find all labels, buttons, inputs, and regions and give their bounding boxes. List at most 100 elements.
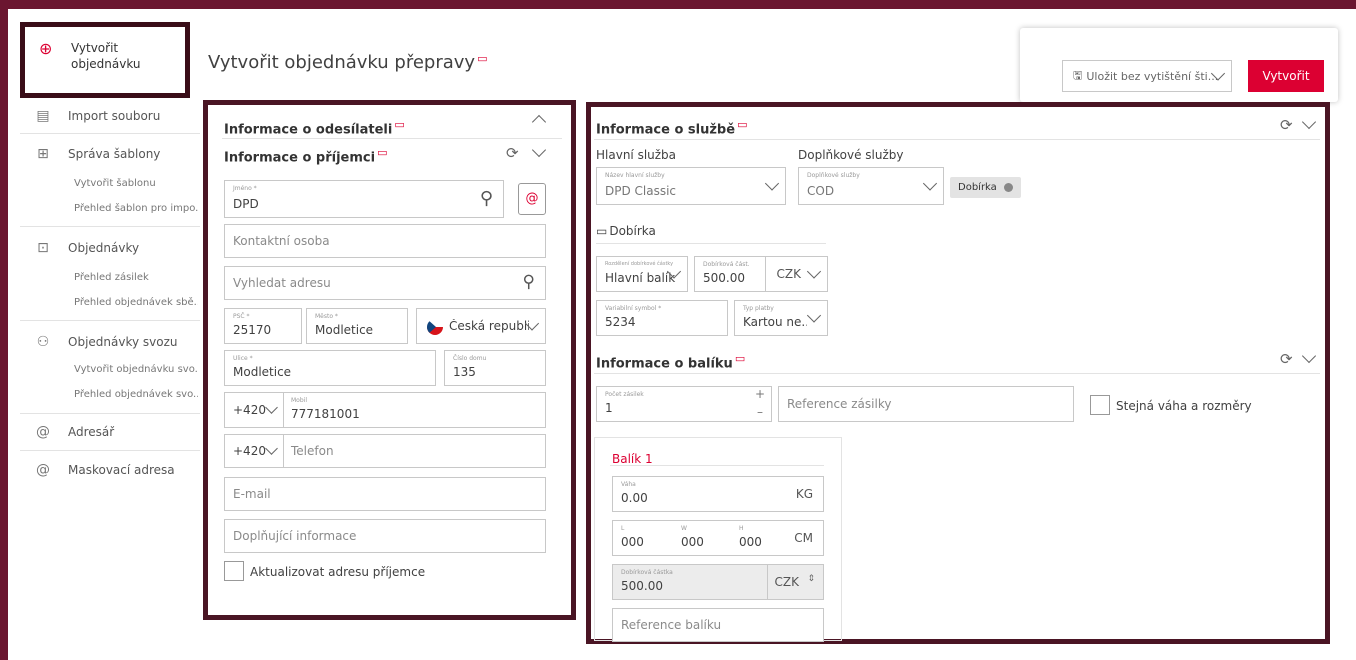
- additional-info-field[interactable]: Doplňující informace: [224, 519, 546, 553]
- refresh-icon[interactable]: ⟳: [1280, 350, 1293, 368]
- divider: [283, 393, 284, 427]
- update-address-label: Aktualizovat adresu příjemce: [250, 565, 426, 579]
- sidebar-item-address-book[interactable]: @ Adresář: [28, 424, 208, 440]
- update-address-checkbox[interactable]: [224, 561, 244, 581]
- action-bar: 🖫 Uložit bez vytištění šti... Vytvořit: [1020, 28, 1338, 102]
- street-field[interactable]: Ulice * Modletice: [224, 350, 436, 386]
- main-service-label: Hlavní služba: [596, 148, 677, 162]
- sidebar-item-import[interactable]: ▤ Import souboru: [28, 108, 208, 124]
- chevron-down-icon: [806, 308, 822, 323]
- address-book-button[interactable]: @: [518, 183, 546, 215]
- cod-split-select[interactable]: Rozdělení dobírkové částky Hlavní balík: [596, 256, 688, 292]
- name-field[interactable]: Jméno * DPD ⚲: [224, 180, 504, 218]
- address-search-field[interactable]: Vyhledat adresu ⚲: [224, 266, 546, 300]
- shipment-reference-field[interactable]: Reference zásilky: [778, 386, 1074, 422]
- divider: [20, 226, 200, 227]
- contact-person-field[interactable]: Kontaktní osoba: [224, 224, 546, 258]
- note-icon: ▭: [394, 118, 405, 131]
- cod-title: ▭ Dobírka: [596, 224, 656, 238]
- main-service-select[interactable]: Název hlavní služby DPD Classic: [596, 167, 786, 205]
- payment-type-select[interactable]: Typ platby Kartou ne...: [734, 300, 828, 336]
- divider: [594, 373, 1320, 374]
- sidebar-item-label: objednávku: [71, 57, 141, 71]
- cod-amount-field[interactable]: Dobírková část. 500.00 CZK: [694, 256, 828, 292]
- minus-icon[interactable]: –: [757, 405, 763, 419]
- sidebar-subitem[interactable]: Přehled zásilek: [74, 272, 214, 283]
- chevron-down-icon[interactable]: [265, 401, 278, 414]
- divider: [222, 138, 562, 139]
- zip-field[interactable]: PSČ * 25170: [224, 308, 302, 344]
- grid-icon: ⊞: [37, 146, 49, 162]
- sidebar-subitem[interactable]: Přehled objednávek svo...: [74, 389, 198, 400]
- sort-icon[interactable]: ⇕: [807, 574, 815, 584]
- create-order-icon: ⊕: [39, 39, 53, 58]
- package-icon: ⊡: [37, 240, 49, 256]
- divider: [20, 320, 200, 321]
- czech-flag-icon: [427, 319, 443, 335]
- country-select[interactable]: Česká republika: [416, 308, 546, 344]
- refresh-icon[interactable]: ⟳: [1280, 116, 1293, 134]
- package-reference-field[interactable]: Reference balíku: [612, 608, 824, 642]
- mobile-field[interactable]: +420 Mobil 777181001: [224, 392, 546, 428]
- shipment-count-stepper[interactable]: Počet zásilek 1 + –: [596, 386, 772, 422]
- same-weight-checkbox[interactable]: [1090, 395, 1110, 415]
- weight-field[interactable]: Váha 0.00 KG: [612, 476, 824, 512]
- divider: [594, 139, 1320, 140]
- divider: [20, 450, 200, 451]
- cod-icon: ▭: [596, 224, 608, 238]
- address-book-icon: @: [36, 424, 50, 440]
- sidebar-item-templates[interactable]: ⊞ Správa šablony: [28, 146, 208, 162]
- note-icon: ▭: [737, 118, 748, 131]
- extra-services-select[interactable]: Doplňkové služby COD: [798, 167, 944, 205]
- remove-icon[interactable]: [1004, 182, 1013, 192]
- plus-icon[interactable]: +: [755, 387, 765, 401]
- cod-tag[interactable]: Dobírka: [950, 177, 1021, 198]
- sidebar-subitem[interactable]: Přehled šablon pro impo...: [74, 203, 198, 214]
- mask-address-icon: @: [36, 462, 50, 478]
- divider: [610, 465, 824, 466]
- extra-services-label: Doplňkové služby: [798, 148, 904, 162]
- chevron-down-icon[interactable]: [265, 442, 278, 455]
- note-icon: ▭: [734, 352, 746, 365]
- divider: [20, 413, 200, 414]
- search-icon[interactable]: ⚲: [480, 188, 493, 209]
- sidebar-item-create-order[interactable]: ⊕ Vytvořit objednávku: [20, 22, 190, 98]
- sidebar-item-orders[interactable]: ⊡ Objednávky: [28, 240, 208, 256]
- variable-symbol-field[interactable]: Variabilní symbol * 5234: [596, 300, 728, 336]
- sidebar-subitem[interactable]: Vytvořit objednávku svo...: [74, 364, 198, 375]
- house-number-field[interactable]: Číslo domu 135: [444, 350, 546, 386]
- file-import-icon: ▤: [36, 108, 50, 124]
- recipient-section-title[interactable]: Informace o příjemci ▭: [224, 146, 387, 165]
- divider: [20, 133, 200, 134]
- dimensions-field[interactable]: L W H 000 000 000 CM: [612, 520, 824, 556]
- same-weight-label: Stejná váha a rozměry: [1116, 399, 1252, 413]
- divider: [283, 435, 284, 467]
- divider: [596, 243, 826, 244]
- courier-icon: ⚇: [36, 334, 50, 350]
- service-section-title[interactable]: Informace o službě ▭: [596, 118, 747, 137]
- package-cod-field[interactable]: Dobírková částka 500.00 CZK ⇕: [612, 564, 824, 600]
- search-icon[interactable]: ⚲: [523, 272, 535, 292]
- top-border: [0, 0, 1356, 9]
- chevron-down-icon: [764, 176, 780, 191]
- refresh-icon[interactable]: ⟳: [506, 144, 519, 162]
- create-button[interactable]: Vytvořit: [1248, 60, 1324, 92]
- city-field[interactable]: Město * Modletice: [306, 308, 408, 344]
- sidebar-item-label: Vytvořit: [71, 41, 119, 55]
- email-field[interactable]: E-mail: [224, 477, 546, 511]
- save-without-print-dropdown[interactable]: 🖫 Uložit bez vytištění šti...: [1062, 60, 1232, 92]
- note-icon: ▭: [377, 146, 388, 159]
- package-section-title[interactable]: Informace o balíku ▭: [596, 352, 745, 371]
- phone-field[interactable]: +420 Telefon: [224, 434, 546, 468]
- note-icon[interactable]: ▭: [477, 52, 487, 65]
- chevron-down-icon: [806, 264, 822, 279]
- page-title: Vytvořit objednávku přepravy ▭: [208, 52, 488, 73]
- divider: [765, 257, 766, 291]
- divider: [767, 565, 768, 599]
- sidebar-item-mask-address[interactable]: @ Maskovací adresa: [28, 462, 208, 478]
- sidebar-subitem[interactable]: Přehled objednávek sbě...: [74, 297, 198, 308]
- sidebar-item-pickup[interactable]: ⚇ Objednávky svozu: [28, 334, 208, 350]
- left-border: [0, 0, 8, 660]
- sender-section-title[interactable]: Informace o odesílateli ▭: [224, 118, 405, 137]
- sidebar-subitem[interactable]: Vytvořit šablonu: [74, 178, 214, 189]
